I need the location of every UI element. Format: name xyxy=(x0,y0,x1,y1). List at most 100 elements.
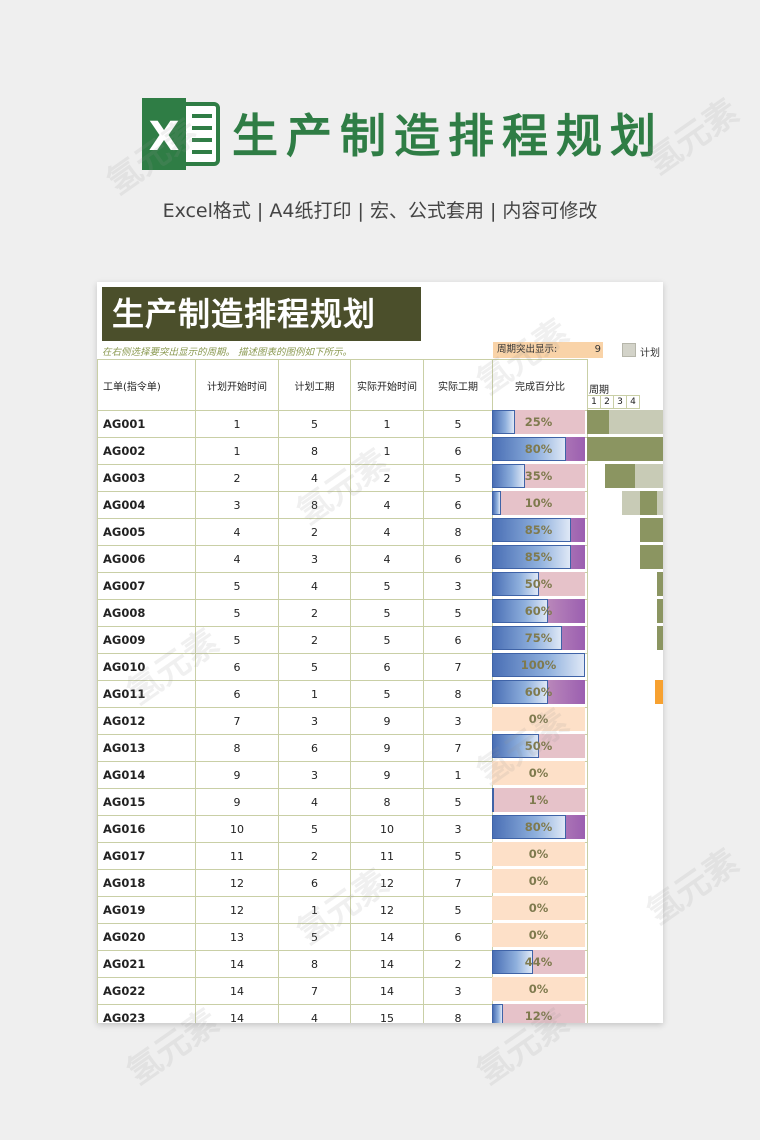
actual-start-cell[interactable]: 14 xyxy=(350,977,424,1005)
actual-start-cell[interactable]: 6 xyxy=(350,653,424,681)
actual-duration-cell[interactable]: 7 xyxy=(423,653,493,681)
actual-duration-cell[interactable]: 3 xyxy=(423,707,493,735)
actual-duration-cell[interactable]: 5 xyxy=(423,410,493,438)
plan-start-cell[interactable]: 13 xyxy=(195,923,279,951)
work-order-cell[interactable]: AG004 xyxy=(97,491,196,519)
plan-duration-cell[interactable]: 1 xyxy=(278,680,351,708)
actual-duration-cell[interactable]: 5 xyxy=(423,464,493,492)
plan-start-cell[interactable]: 5 xyxy=(195,626,279,654)
actual-start-cell[interactable]: 2 xyxy=(350,464,424,492)
actual-duration-cell[interactable]: 6 xyxy=(423,923,493,951)
plan-duration-cell[interactable]: 4 xyxy=(278,464,351,492)
actual-start-cell[interactable]: 8 xyxy=(350,788,424,816)
work-order-cell[interactable]: AG006 xyxy=(97,545,196,573)
actual-duration-cell[interactable]: 3 xyxy=(423,815,493,843)
plan-duration-cell[interactable]: 6 xyxy=(278,869,351,897)
work-order-cell[interactable]: AG020 xyxy=(97,923,196,951)
work-order-cell[interactable]: AG015 xyxy=(97,788,196,816)
actual-duration-cell[interactable]: 3 xyxy=(423,572,493,600)
work-order-cell[interactable]: AG011 xyxy=(97,680,196,708)
plan-duration-cell[interactable]: 7 xyxy=(278,977,351,1005)
plan-start-cell[interactable]: 12 xyxy=(195,869,279,897)
plan-start-cell[interactable]: 1 xyxy=(195,437,279,465)
actual-start-cell[interactable]: 5 xyxy=(350,599,424,627)
actual-start-cell[interactable]: 15 xyxy=(350,1004,424,1023)
actual-start-cell[interactable]: 5 xyxy=(350,572,424,600)
plan-duration-cell[interactable]: 5 xyxy=(278,410,351,438)
actual-start-cell[interactable]: 14 xyxy=(350,950,424,978)
actual-duration-cell[interactable]: 3 xyxy=(423,977,493,1005)
actual-duration-cell[interactable]: 5 xyxy=(423,788,493,816)
actual-start-cell[interactable]: 5 xyxy=(350,680,424,708)
actual-start-cell[interactable]: 9 xyxy=(350,707,424,735)
actual-start-cell[interactable]: 4 xyxy=(350,545,424,573)
actual-duration-cell[interactable]: 2 xyxy=(423,950,493,978)
plan-start-cell[interactable]: 6 xyxy=(195,653,279,681)
plan-start-cell[interactable]: 4 xyxy=(195,545,279,573)
plan-start-cell[interactable]: 6 xyxy=(195,680,279,708)
work-order-cell[interactable]: AG023 xyxy=(97,1004,196,1023)
actual-start-cell[interactable]: 14 xyxy=(350,923,424,951)
plan-start-cell[interactable]: 11 xyxy=(195,842,279,870)
period-highlight-value[interactable]: 9 xyxy=(586,342,601,358)
plan-duration-cell[interactable]: 8 xyxy=(278,491,351,519)
work-order-cell[interactable]: AG005 xyxy=(97,518,196,546)
actual-duration-cell[interactable]: 6 xyxy=(423,626,493,654)
actual-start-cell[interactable]: 4 xyxy=(350,518,424,546)
plan-start-cell[interactable]: 7 xyxy=(195,707,279,735)
plan-duration-cell[interactable]: 5 xyxy=(278,815,351,843)
work-order-cell[interactable]: AG001 xyxy=(97,410,196,438)
work-order-cell[interactable]: AG021 xyxy=(97,950,196,978)
work-order-cell[interactable]: AG012 xyxy=(97,707,196,735)
actual-duration-cell[interactable]: 8 xyxy=(423,680,493,708)
plan-start-cell[interactable]: 12 xyxy=(195,896,279,924)
work-order-cell[interactable]: AG022 xyxy=(97,977,196,1005)
actual-start-cell[interactable]: 4 xyxy=(350,491,424,519)
plan-duration-cell[interactable]: 3 xyxy=(278,707,351,735)
work-order-cell[interactable]: AG003 xyxy=(97,464,196,492)
actual-start-cell[interactable]: 1 xyxy=(350,437,424,465)
plan-duration-cell[interactable]: 4 xyxy=(278,1004,351,1023)
plan-start-cell[interactable]: 9 xyxy=(195,788,279,816)
plan-start-cell[interactable]: 10 xyxy=(195,815,279,843)
plan-start-cell[interactable]: 9 xyxy=(195,761,279,789)
actual-duration-cell[interactable]: 1 xyxy=(423,761,493,789)
plan-duration-cell[interactable]: 2 xyxy=(278,842,351,870)
plan-start-cell[interactable]: 5 xyxy=(195,572,279,600)
work-order-cell[interactable]: AG008 xyxy=(97,599,196,627)
work-order-cell[interactable]: AG013 xyxy=(97,734,196,762)
work-order-cell[interactable]: AG017 xyxy=(97,842,196,870)
actual-start-cell[interactable]: 11 xyxy=(350,842,424,870)
actual-duration-cell[interactable]: 7 xyxy=(423,869,493,897)
actual-duration-cell[interactable]: 6 xyxy=(423,491,493,519)
plan-duration-cell[interactable]: 2 xyxy=(278,599,351,627)
actual-duration-cell[interactable]: 6 xyxy=(423,437,493,465)
actual-duration-cell[interactable]: 8 xyxy=(423,518,493,546)
work-order-cell[interactable]: AG016 xyxy=(97,815,196,843)
plan-start-cell[interactable]: 5 xyxy=(195,599,279,627)
work-order-cell[interactable]: AG009 xyxy=(97,626,196,654)
actual-duration-cell[interactable]: 7 xyxy=(423,734,493,762)
plan-duration-cell[interactable]: 3 xyxy=(278,545,351,573)
plan-start-cell[interactable]: 1 xyxy=(195,410,279,438)
plan-start-cell[interactable]: 14 xyxy=(195,977,279,1005)
plan-duration-cell[interactable]: 3 xyxy=(278,761,351,789)
plan-duration-cell[interactable]: 5 xyxy=(278,923,351,951)
plan-duration-cell[interactable]: 4 xyxy=(278,572,351,600)
plan-start-cell[interactable]: 3 xyxy=(195,491,279,519)
actual-start-cell[interactable]: 1 xyxy=(350,410,424,438)
plan-duration-cell[interactable]: 1 xyxy=(278,896,351,924)
work-order-cell[interactable]: AG002 xyxy=(97,437,196,465)
plan-duration-cell[interactable]: 2 xyxy=(278,518,351,546)
work-order-cell[interactable]: AG019 xyxy=(97,896,196,924)
actual-start-cell[interactable]: 12 xyxy=(350,869,424,897)
work-order-cell[interactable]: AG014 xyxy=(97,761,196,789)
actual-start-cell[interactable]: 12 xyxy=(350,896,424,924)
actual-duration-cell[interactable]: 5 xyxy=(423,599,493,627)
plan-start-cell[interactable]: 14 xyxy=(195,950,279,978)
work-order-cell[interactable]: AG007 xyxy=(97,572,196,600)
plan-start-cell[interactable]: 8 xyxy=(195,734,279,762)
actual-start-cell[interactable]: 5 xyxy=(350,626,424,654)
plan-start-cell[interactable]: 14 xyxy=(195,1004,279,1023)
actual-duration-cell[interactable]: 5 xyxy=(423,842,493,870)
